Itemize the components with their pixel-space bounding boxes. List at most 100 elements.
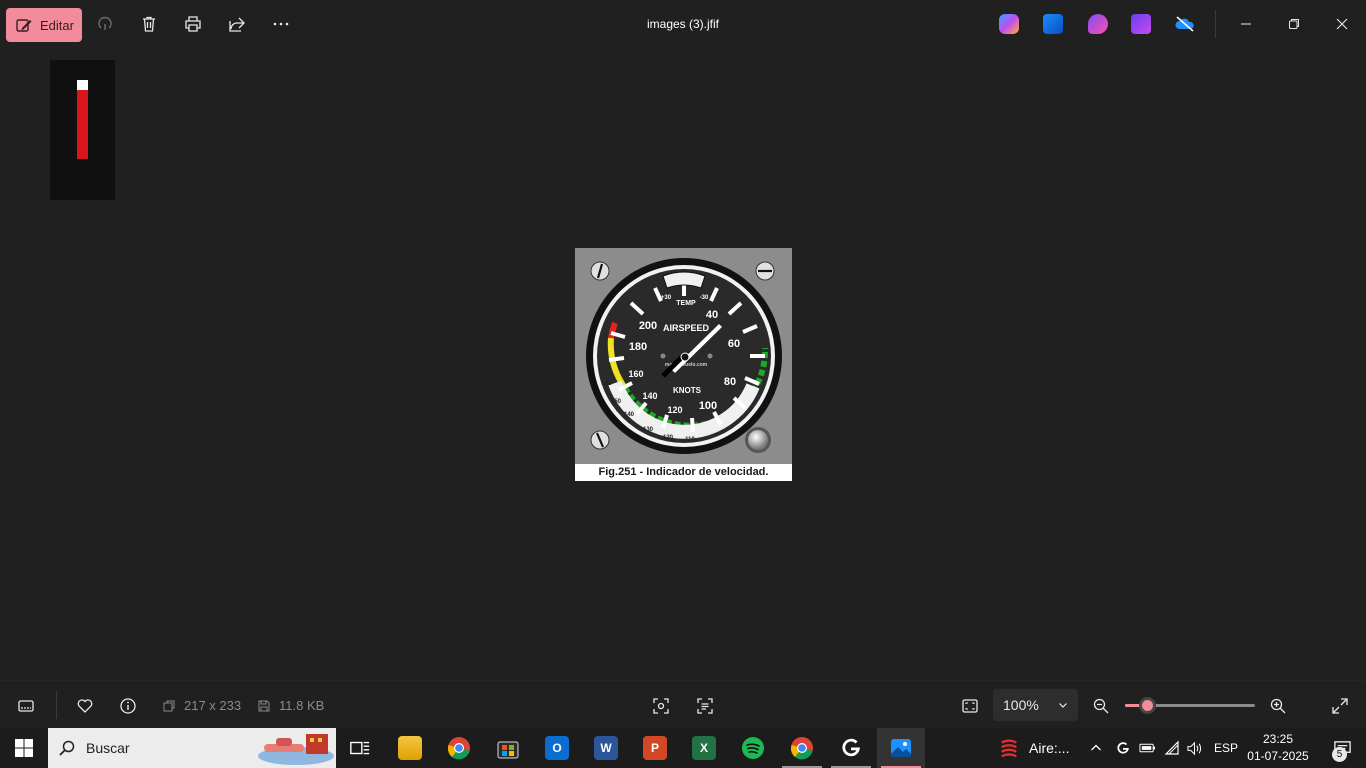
bottom-divider — [56, 691, 57, 719]
fit-to-window-button[interactable] — [959, 695, 981, 717]
outlook-icon: O — [545, 736, 569, 760]
store-icon — [497, 741, 519, 759]
zoom-level-value: 100% — [1003, 697, 1039, 713]
delete-button[interactable] — [137, 12, 161, 36]
dial-mark-120: 120 — [667, 405, 682, 415]
taskbar-file-explorer[interactable] — [386, 728, 434, 768]
taskbar-search-box[interactable]: Buscar — [48, 728, 336, 768]
volume-button[interactable] — [1186, 728, 1203, 768]
clipchamp-icon[interactable] — [1131, 14, 1151, 34]
notification-count-badge: 5 — [1332, 747, 1347, 762]
rotate-button[interactable] — [93, 12, 117, 36]
rotate-icon — [98, 16, 112, 30]
designer-icon[interactable] — [1043, 14, 1063, 34]
save-icon — [258, 700, 270, 711]
file-size-text: 11.8 KB — [279, 698, 325, 713]
zoom-level-dropdown[interactable]: 100% — [993, 689, 1078, 721]
temp-plus-label: +30 — [661, 295, 672, 301]
edit-image-icon — [16, 19, 32, 32]
minimize-icon — [1241, 23, 1251, 25]
minimize-button[interactable] — [1234, 12, 1258, 36]
airspeed-gauge: TEMP +30 -30 AIRSPEED KNOTS manualvuelo.… — [575, 248, 792, 464]
inner-mark-150: 150 — [611, 399, 622, 405]
taskbar-g-hub[interactable] — [827, 728, 875, 768]
thumbnail-preview — [77, 80, 88, 159]
spotify-icon — [742, 737, 764, 759]
zoom-out-button[interactable] — [1090, 695, 1112, 717]
onedrive-icon[interactable] — [1175, 14, 1195, 34]
fullscreen-icon — [1332, 698, 1348, 714]
bottom-bar: 217 x 233 11.8 KB 100% — [0, 680, 1366, 728]
zoom-out-icon — [1093, 698, 1109, 714]
task-view-button[interactable] — [336, 728, 384, 768]
share-button[interactable] — [225, 12, 249, 36]
weather-icon — [1001, 739, 1017, 758]
filmstrip-thumbnail[interactable] — [50, 60, 115, 200]
print-button[interactable] — [181, 12, 205, 36]
inner-mark-130: 130 — [643, 427, 654, 433]
zoom-slider[interactable] — [1125, 697, 1255, 714]
fit-window-icon — [962, 699, 978, 713]
temp-minus-label: -30 — [700, 295, 709, 301]
titlebar-divider — [1215, 10, 1216, 38]
show-hidden-icons-button[interactable] — [1090, 728, 1102, 768]
filmstrip-toggle-button[interactable] — [15, 695, 37, 717]
taskbar-store[interactable] — [484, 728, 532, 768]
task-view-icon — [350, 741, 370, 755]
clock-time: 23:25 — [1262, 732, 1294, 746]
fullscreen-button[interactable] — [1329, 695, 1351, 717]
tray-g-hub[interactable] — [1116, 728, 1130, 768]
copilot-icon[interactable] — [999, 14, 1019, 34]
file-info-button[interactable] — [117, 695, 139, 717]
more-icon — [273, 22, 289, 26]
taskbar-photos[interactable] — [877, 728, 925, 768]
image-dimensions: 217 x 233 — [162, 698, 241, 713]
dial-mark-200: 200 — [639, 320, 657, 332]
info-icon — [120, 698, 136, 714]
start-button[interactable] — [0, 728, 48, 768]
zoom-slider-thumb[interactable] — [1139, 697, 1157, 714]
dial-mark-180: 180 — [629, 341, 647, 353]
text-extract-button[interactable] — [694, 695, 716, 717]
weather-widget[interactable]: Aire:... — [998, 728, 1069, 768]
designer-app-icon[interactable] — [1088, 14, 1108, 34]
zoom-in-button[interactable] — [1267, 695, 1289, 717]
dial-mark-40: 40 — [706, 309, 718, 321]
battery-button[interactable] — [1139, 728, 1156, 768]
more-button[interactable] — [269, 12, 293, 36]
inner-mark-160: 160 — [602, 381, 613, 387]
taskbar: Buscar O W P X Aire:... ESP 23:25 01-07-… — [0, 728, 1366, 768]
photos-icon — [891, 739, 911, 757]
wifi-button[interactable] — [1164, 728, 1180, 768]
taskbar-outlook[interactable]: O — [533, 728, 581, 768]
file-size: 11.8 KB — [257, 698, 324, 713]
close-button[interactable] — [1330, 12, 1354, 36]
language-indicator[interactable]: ESP — [1214, 728, 1238, 768]
taskbar-chrome-2[interactable] — [778, 728, 826, 768]
taskbar-word[interactable]: W — [582, 728, 630, 768]
restore-button[interactable] — [1282, 12, 1306, 36]
taskbar-clock[interactable]: 23:25 01-07-2025 — [1246, 731, 1310, 765]
visual-search-button[interactable] — [650, 695, 672, 717]
taskbar-powerpoint[interactable]: P — [631, 728, 679, 768]
wifi-icon — [1164, 740, 1179, 755]
close-icon — [1336, 18, 1348, 30]
taskbar-excel[interactable]: X — [680, 728, 728, 768]
word-icon: W — [594, 736, 618, 760]
visual-search-icon — [653, 698, 669, 714]
knots-label: KNOTS — [673, 386, 702, 395]
dial-mark-100: 100 — [699, 400, 717, 412]
taskbar-spotify[interactable] — [729, 728, 777, 768]
airspeed-label: AIRSPEED — [663, 323, 710, 333]
taskbar-chrome[interactable] — [435, 728, 483, 768]
chevron-up-icon — [1091, 744, 1101, 751]
dial-mark-60: 60 — [728, 338, 740, 350]
inner-mark-120: 120 — [663, 435, 674, 441]
logitech-g-icon — [842, 738, 861, 757]
edit-button[interactable]: Editar — [6, 8, 82, 42]
print-icon — [185, 16, 201, 32]
search-icon — [59, 740, 75, 756]
battery-icon — [1139, 743, 1156, 753]
main-image[interactable]: TEMP +30 -30 AIRSPEED KNOTS manualvuelo.… — [575, 248, 792, 481]
favorite-button[interactable] — [74, 695, 96, 717]
